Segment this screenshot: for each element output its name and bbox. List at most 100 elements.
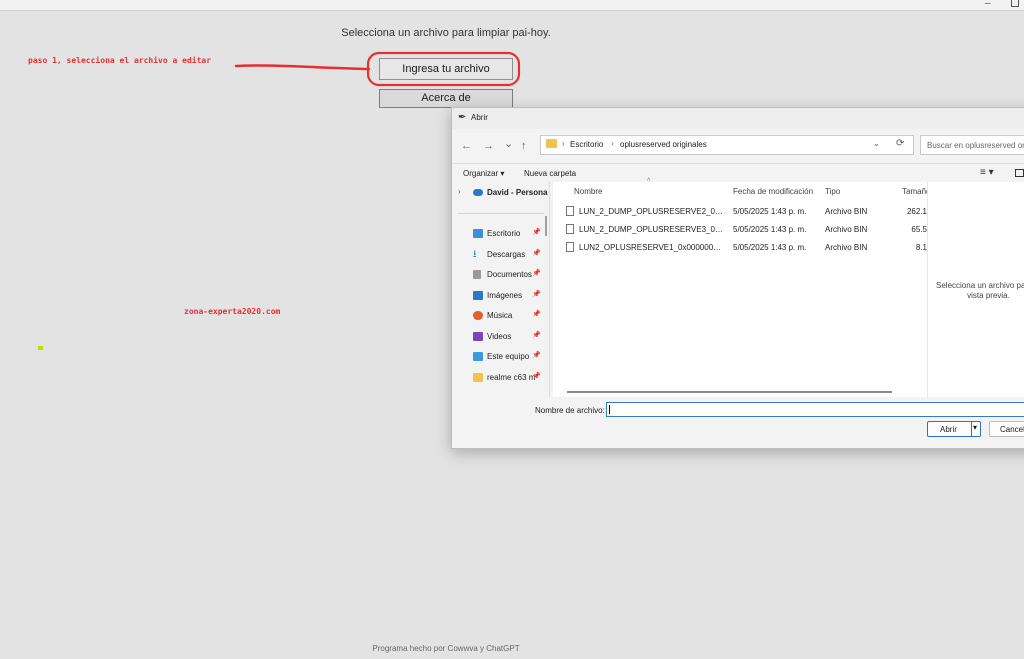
preview-pane: Selecciona un archivo para la vista prev…: [927, 182, 1024, 397]
breadcrumb-separator: ›: [611, 139, 614, 148]
file-size: 8.1: [915, 243, 927, 252]
recent-chevron-icon[interactable]: ⌄: [504, 137, 513, 150]
dialog-title-bar[interactable]: ✒ Abrir: [452, 108, 1024, 129]
column-header-size[interactable]: Tamaño: [902, 187, 927, 196]
new-folder-button[interactable]: Nueva carpeta: [524, 169, 576, 178]
nav-item-label: David - Persona: [487, 188, 548, 197]
breadcrumb-separator: ›: [562, 139, 565, 148]
column-header-name[interactable]: Nombre: [574, 187, 602, 196]
folder-icon: [473, 373, 483, 382]
breadcrumb-current-folder[interactable]: oplusreserved originales: [620, 140, 707, 149]
filename-input[interactable]: [606, 402, 1024, 417]
file-type: Archivo BIN: [825, 243, 868, 252]
annotation-arrow-line: [234, 64, 371, 71]
nav-item-imagenes[interactable]: Imágenes 📌: [452, 287, 549, 305]
organize-menu[interactable]: Organizar ▾: [463, 169, 504, 178]
open-button[interactable]: Abrir ▾: [927, 421, 981, 437]
nav-divider: [458, 213, 544, 214]
toolbar-divider: [452, 163, 1024, 164]
horizontal-scrollbar[interactable]: [567, 391, 892, 393]
pin-icon: 📌: [532, 373, 541, 380]
about-button[interactable]: Acerca de: [379, 89, 513, 108]
file-row[interactable]: LUN_2_DUMP_OPLUSRESERVE3_0x00001... 5/05…: [553, 221, 927, 239]
file-list: ^ Nombre Fecha de modificación Tipo Tama…: [553, 178, 927, 397]
minimize-icon[interactable]: –: [985, 0, 995, 9]
green-marker: [38, 346, 43, 350]
footer-credit: Programa hecho por Cowwva y ChatGPT: [372, 644, 520, 653]
address-dropdown-icon[interactable]: ⌄: [873, 139, 880, 148]
nav-item-label: Escritorio: [487, 229, 521, 238]
refresh-icon[interactable]: ⟳: [896, 138, 904, 149]
nav-item-descargas[interactable]: ⭳ Descargas 📌: [452, 246, 549, 264]
nav-item-musica[interactable]: Música 📌: [452, 307, 549, 325]
app-prompt: Selecciona un archivo para limpiar pai-h…: [341, 27, 551, 39]
forward-icon[interactable]: →: [483, 140, 494, 152]
file-icon: [566, 242, 574, 252]
file-size: 262.1: [906, 207, 927, 216]
preview-pane-icon[interactable]: [1015, 169, 1024, 177]
pin-icon: 📌: [532, 229, 541, 236]
cloud-icon: [473, 189, 483, 196]
nav-item-label: Imágenes: [487, 291, 523, 300]
select-file-button[interactable]: Ingresa tu archivo: [379, 58, 513, 80]
annotation-site: zona-experta2020.com: [184, 307, 281, 316]
download-icon: ⭳: [473, 249, 477, 260]
file-date: 5/05/2025 1:43 p. m.: [733, 225, 807, 234]
maximize-icon[interactable]: [1011, 0, 1019, 7]
folder-icon: [546, 139, 557, 148]
nav-item-label: Videos: [487, 332, 512, 341]
documents-icon: [473, 270, 481, 279]
file-type: Archivo BIN: [825, 225, 868, 234]
breadcrumb-escritorio[interactable]: Escritorio: [570, 140, 603, 149]
chevron-right-icon: ›: [458, 187, 461, 196]
pictures-icon: [473, 291, 483, 300]
preview-placeholder: Selecciona un archivo para la vista prev…: [936, 281, 1024, 300]
file-row[interactable]: LUN_2_DUMP_OPLUSRESERVE2_0x00000... 5/05…: [553, 203, 927, 221]
file-date: 5/05/2025 1:43 p. m.: [733, 243, 807, 252]
nav-item-escritorio[interactable]: Escritorio 📌: [452, 225, 549, 243]
nav-item-este-equipo[interactable]: Este equipo 📌: [452, 348, 549, 366]
nav-item-label: realme c63 m: [487, 373, 536, 382]
nav-item-documentos[interactable]: Documentos 📌: [452, 266, 549, 284]
pin-icon: 📌: [532, 250, 541, 257]
up-icon[interactable]: ↑: [521, 140, 527, 152]
sort-indicator-icon: ^: [647, 178, 651, 185]
cancel-button[interactable]: Cancelar: [989, 421, 1024, 437]
desktop-icon: [473, 229, 483, 238]
file-row[interactable]: LUN2_OPLUSRESERVE1_0x000000108000_... 5/…: [553, 239, 927, 257]
nav-item-realme[interactable]: realme c63 m 📌: [452, 369, 549, 387]
pin-icon: 📌: [532, 311, 541, 318]
file-icon: [566, 224, 574, 234]
feather-icon: ✒: [458, 112, 467, 123]
nav-item-videos[interactable]: Videos 📌: [452, 328, 549, 346]
search-input[interactable]: Buscar en oplusreserved ori...: [920, 135, 1024, 155]
annotation-step1: paso 1, selecciona el archivo a editar: [28, 56, 212, 65]
file-icon: [566, 206, 574, 216]
pin-icon: 📌: [532, 291, 541, 298]
pin-icon: 📌: [532, 332, 541, 339]
computer-icon: [473, 352, 483, 361]
nav-item-label: Este equipo: [487, 352, 530, 361]
nav-item-label: Documentos: [487, 270, 532, 279]
nav-item-label: Descargas: [487, 250, 526, 259]
file-name: LUN_2_DUMP_OPLUSRESERVE3_0x00001...: [579, 225, 724, 234]
chevron-down-icon[interactable]: ▾: [973, 423, 977, 432]
file-size: 65.5: [911, 225, 927, 234]
pin-icon: 📌: [532, 352, 541, 359]
window-title-bar: [0, 0, 1024, 11]
nav-item-label: Música: [487, 311, 513, 320]
filename-label: Nombre de archivo:: [535, 406, 605, 415]
music-icon: [473, 311, 483, 320]
navigation-pane: › David - Persona Escritorio 📌 ⭳ Descarg…: [452, 182, 550, 397]
view-options-icon[interactable]: ≡ ▾: [980, 167, 994, 178]
file-type: Archivo BIN: [825, 207, 868, 216]
address-bar[interactable]: › Escritorio › oplusreserved originales …: [540, 135, 914, 155]
videos-icon: [473, 332, 483, 341]
column-header-date[interactable]: Fecha de modificación: [733, 187, 813, 196]
pin-icon: 📌: [532, 270, 541, 277]
back-icon[interactable]: ←: [461, 140, 472, 152]
nav-item-onedrive[interactable]: › David - Persona: [452, 184, 549, 202]
text-caret: [609, 405, 610, 414]
column-header-type[interactable]: Tipo: [825, 187, 840, 196]
file-name: LUN_2_DUMP_OPLUSRESERVE2_0x00000...: [579, 207, 724, 216]
